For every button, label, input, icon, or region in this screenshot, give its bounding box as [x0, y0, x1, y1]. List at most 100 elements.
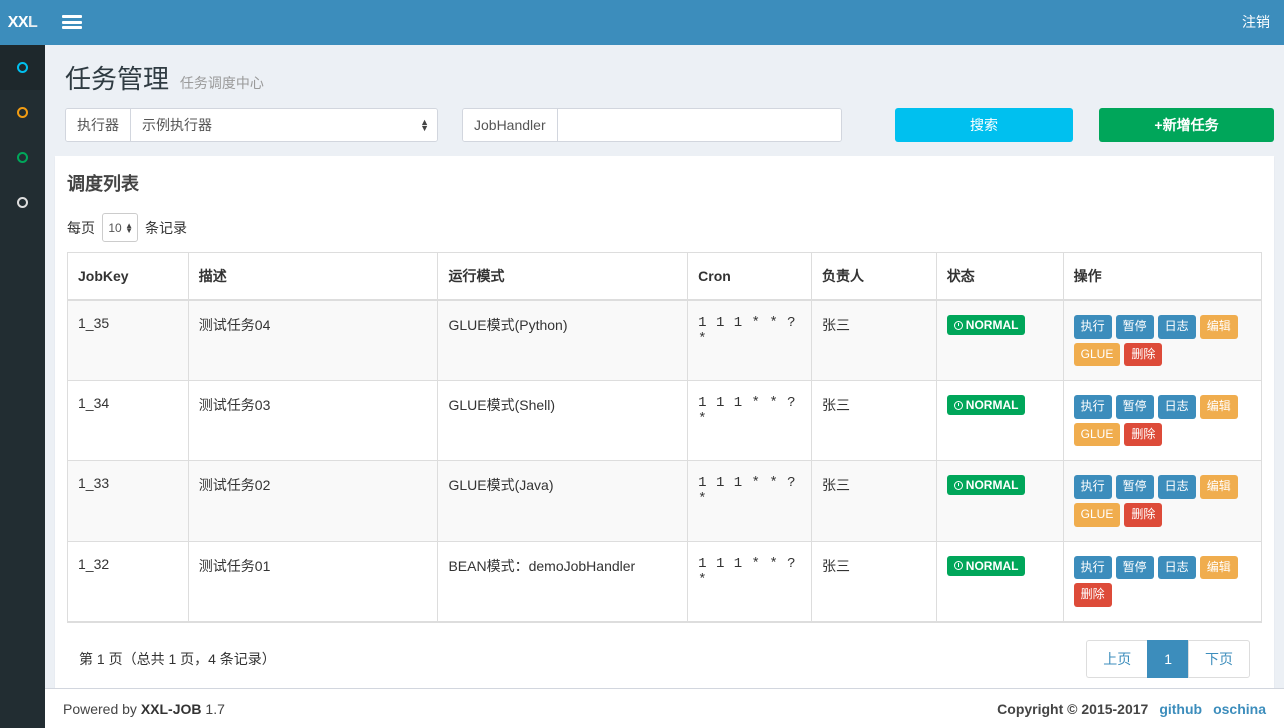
op-button-0[interactable]: 执行	[1073, 315, 1112, 339]
page-length-control: 每页 10 ▲ ▼ 条记录	[55, 204, 1274, 252]
hamburger-icon[interactable]	[62, 13, 84, 31]
sidebar-item-4[interactable]	[0, 180, 45, 225]
job-table-header-row: JobKey 描述 运行模式 Cron 负责人 状态 操作	[67, 252, 1262, 301]
status-badge: NORMAL	[946, 315, 1026, 335]
op-button-1[interactable]: 暂停	[1115, 395, 1154, 419]
cell-cron: 1 1 1 * * ? *	[687, 380, 812, 462]
op-button-0[interactable]: 执行	[1073, 555, 1112, 580]
logout-link[interactable]: 注销	[1242, 0, 1270, 45]
op-button-4[interactable]: GLUE	[1073, 422, 1121, 447]
col-jobkey[interactable]: JobKey	[67, 252, 189, 301]
col-ops[interactable]: 操作	[1063, 252, 1262, 301]
pagination-page-1[interactable]: 1	[1147, 639, 1188, 678]
status-badge: NORMAL	[946, 555, 1026, 576]
cell-owner: 张三	[811, 541, 937, 622]
sidebar-item-1[interactable]	[0, 45, 45, 90]
col-owner[interactable]: 负责人	[811, 252, 937, 301]
copyright-text: Copyright © 2015-2017	[997, 700, 1149, 717]
circle-icon	[17, 197, 28, 208]
operation-buttons: 执行 暂停 日志 编辑 GLUE 删除	[1073, 475, 1250, 527]
pagination-prev[interactable]: 上页	[1086, 639, 1148, 678]
page-footer: Powered by XXL-JOB 1.7 Copyright © 2015-…	[45, 688, 1284, 728]
status-badge-label: NORMAL	[965, 318, 1019, 332]
cell-operations: 执行 暂停 日志 编辑 GLUE 删除	[1063, 460, 1262, 542]
op-button-2[interactable]: 日志	[1157, 475, 1196, 499]
status-badge: NORMAL	[946, 475, 1026, 496]
powered-version: 1.7	[205, 700, 225, 717]
cell-desc: 测试任务02	[188, 460, 439, 542]
op-button-3[interactable]: 编辑	[1199, 475, 1238, 499]
cell-cron: 1 1 1 * * ? *	[687, 300, 812, 382]
operation-buttons: 执行 暂停 日志 编辑 GLUE 删除	[1073, 315, 1250, 367]
op-button-2[interactable]: 日志	[1157, 315, 1196, 339]
job-table-body: 1_35 测试任务04 GLUE模式(Python) 1 1 1 * * ? * 张三 N…	[67, 300, 1262, 622]
page-length-value: 10	[108, 220, 122, 235]
brand-logo-text-1: XX	[7, 13, 29, 31]
op-button-1[interactable]: 暂停	[1115, 315, 1154, 339]
op-button-5[interactable]: 删除	[1124, 422, 1163, 447]
op-button-4[interactable]: 删除	[1073, 583, 1112, 607]
cell-status: NORMAL	[936, 380, 1064, 462]
pagination-info: 第 1 页（总共 1 页，4 条记录）	[79, 650, 276, 667]
op-button-4[interactable]: GLUE	[1073, 502, 1121, 527]
op-button-1[interactable]: 暂停	[1115, 475, 1154, 499]
cell-owner: 张三	[811, 460, 937, 542]
github-link[interactable]: github	[1159, 701, 1202, 717]
col-cron[interactable]: Cron	[687, 252, 812, 301]
cell-status: NORMAL	[936, 460, 1064, 542]
clock-icon	[953, 561, 963, 571]
status-badge-label: NORMAL	[965, 478, 1019, 493]
cell-jobkey: 1_34	[67, 380, 189, 462]
col-desc[interactable]: 描述	[188, 252, 439, 301]
executor-select[interactable]: 示例执行器 ▲ ▼	[131, 109, 437, 141]
op-button-0[interactable]: 执行	[1073, 475, 1112, 499]
op-button-3[interactable]: 编辑	[1199, 395, 1238, 419]
op-button-3[interactable]: 编辑	[1199, 555, 1238, 580]
page-title: 任务管理	[65, 64, 170, 94]
job-list-box: 调度列表 每页 10 ▲ ▼ 条记录 JobKey 描述 运行模式 Cron 负…	[55, 156, 1274, 696]
brand-logo-text-2: L	[28, 13, 38, 31]
add-job-button[interactable]: +新增任务	[1099, 108, 1274, 142]
circle-icon	[17, 62, 28, 73]
copyright-area: Copyright © 2015-2017 github oschina	[997, 701, 1266, 717]
op-button-2[interactable]: 日志	[1157, 555, 1196, 580]
sidebar-item-3[interactable]	[0, 135, 45, 180]
cell-owner: 张三	[811, 300, 937, 382]
page-length-select[interactable]: 10 ▲ ▼	[102, 213, 138, 242]
cell-status: NORMAL	[936, 541, 1064, 622]
topbar: 注销	[45, 0, 1284, 45]
sidebar-item-2[interactable]	[0, 90, 45, 135]
page-header: 任务管理 任务调度中心	[45, 45, 1284, 108]
select-spinner-icon: ▲ ▼	[420, 117, 429, 133]
app-root: XX L 注销 任务管理 任务调度中心 执行器 示例执行器 ▲ ▼ JobHan…	[0, 0, 1284, 728]
search-button[interactable]: 搜索	[895, 108, 1073, 142]
op-button-1[interactable]: 暂停	[1115, 555, 1154, 580]
status-badge: NORMAL	[946, 395, 1026, 416]
col-mode[interactable]: 运行模式	[437, 252, 689, 301]
table-row: 1_35 测试任务04 GLUE模式(Python) 1 1 1 * * ? * 张三 N…	[67, 300, 1262, 382]
op-button-3[interactable]: 编辑	[1199, 315, 1238, 339]
clock-icon	[953, 320, 963, 330]
cell-status: NORMAL	[936, 300, 1064, 382]
op-button-0[interactable]: 执行	[1073, 395, 1112, 419]
powered-prefix: Powered by	[63, 700, 137, 717]
cell-cron: 1 1 1 * * ? *	[687, 541, 812, 622]
brand-logo[interactable]: XX L	[0, 0, 45, 45]
op-button-5[interactable]: 删除	[1124, 342, 1163, 367]
sidebar-nav	[0, 45, 45, 225]
clock-icon	[953, 480, 963, 490]
op-button-4[interactable]: GLUE	[1073, 342, 1121, 367]
content-area: 任务管理 任务调度中心 执行器 示例执行器 ▲ ▼ JobHandler 搜索 +…	[45, 45, 1284, 696]
job-table: JobKey 描述 运行模式 Cron 负责人 状态 操作 1_35 测试任务04…	[67, 252, 1262, 622]
col-status[interactable]: 状态	[936, 252, 1064, 301]
op-button-5[interactable]: 删除	[1124, 502, 1163, 527]
cell-mode: GLUE模式(Shell)	[437, 380, 689, 462]
table-row: 1_32 测试任务01 BEAN模式：demoJobHandler 1 1 1 * *…	[67, 541, 1262, 622]
pagination-next[interactable]: 下页	[1188, 639, 1250, 678]
oschina-link[interactable]: oschina	[1213, 701, 1266, 717]
jobhandler-input[interactable]	[557, 109, 841, 141]
table-footer: 第 1 页（总共 1 页，4 条记录） 上页 1 下页	[67, 621, 1262, 696]
op-button-2[interactable]: 日志	[1157, 395, 1196, 419]
circle-icon	[17, 152, 28, 163]
jobhandler-label: JobHandler	[463, 109, 558, 141]
